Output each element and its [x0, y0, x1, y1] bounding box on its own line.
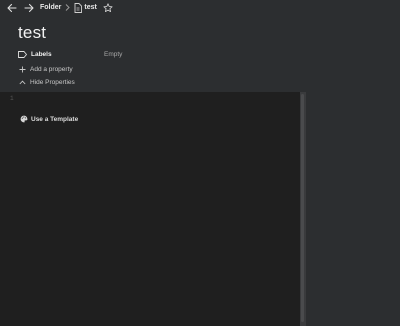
right-side-panel [305, 92, 400, 326]
page-header: Folder test test Labels Empty Add a prop… [0, 0, 400, 92]
use-template-button[interactable]: Use a Template [20, 114, 78, 124]
property-name: Labels [31, 50, 52, 58]
line-number: 1 [10, 95, 14, 102]
document-icon [74, 2, 83, 13]
property-value[interactable]: Empty [104, 51, 122, 58]
add-property-label: Add a property [30, 65, 73, 73]
chevron-right-icon [63, 4, 71, 11]
breadcrumb-current-page[interactable]: test [84, 4, 96, 11]
hide-properties-label: Hide Properties [30, 78, 75, 86]
use-template-label: Use a Template [31, 115, 79, 123]
star-icon[interactable] [103, 2, 113, 13]
palette-icon [20, 115, 28, 123]
page-title[interactable]: test [18, 23, 46, 43]
editor-area[interactable]: 1 Use a Template [0, 92, 300, 326]
scrollbar-thumb[interactable] [301, 94, 304, 322]
back-arrow-icon[interactable] [6, 2, 18, 14]
label-icon [18, 50, 27, 58]
forward-arrow-icon[interactable] [23, 2, 35, 14]
chevron-up-icon [18, 78, 26, 86]
plus-icon [18, 65, 26, 73]
breadcrumb: Folder test [6, 1, 113, 14]
breadcrumb-folder[interactable]: Folder [40, 4, 61, 11]
property-row-labels[interactable]: Labels Empty [18, 49, 122, 59]
add-property-button[interactable]: Add a property [18, 64, 73, 74]
hide-properties-button[interactable]: Hide Properties [18, 77, 75, 87]
